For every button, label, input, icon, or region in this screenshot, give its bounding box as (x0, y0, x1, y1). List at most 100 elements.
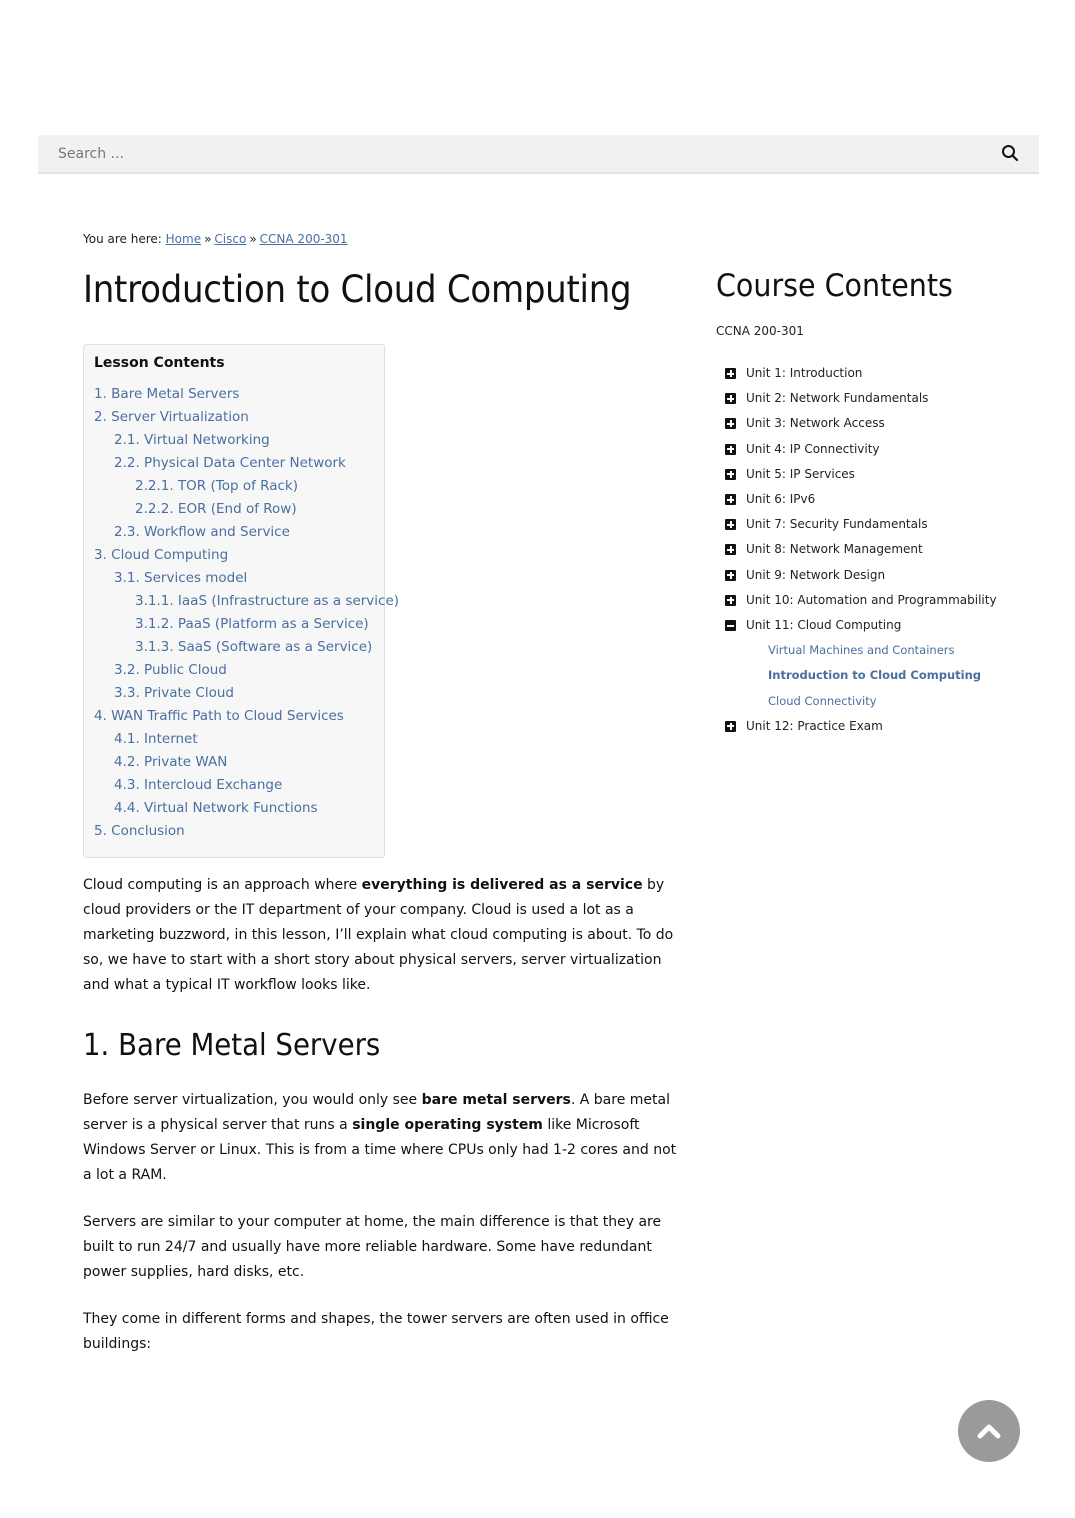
lesson-contents-item: 3.1. Services model (94, 567, 374, 590)
sidebar-unit: Unit 6: IPv6 (716, 487, 1046, 512)
lesson-contents-item: 4.2. Private WAN (94, 751, 374, 774)
lesson-contents-item: 4. WAN Traffic Path to Cloud Services (94, 705, 374, 728)
breadcrumb-separator: » (204, 232, 212, 246)
sidebar-unit: Unit 11: Cloud Computing Virtual Machines… (716, 613, 1046, 714)
breadcrumb-cisco[interactable]: Cisco (214, 232, 246, 246)
sidebar-unit: Unit 7: Security Fundamentals (716, 512, 1046, 537)
sidebar-unit-label[interactable]: Unit 8: Network Management (746, 542, 923, 556)
sidebar-unit-label[interactable]: Unit 6: IPv6 (746, 492, 815, 506)
sidebar-unit: Unit 8: Network Management (716, 537, 1046, 562)
search-button[interactable] (1001, 144, 1021, 164)
sidebar-unit-label[interactable]: Unit 9: Network Design (746, 568, 885, 582)
lesson-contents-item: 4.4. Virtual Network Functions (94, 797, 374, 820)
lesson-contents-link[interactable]: 3.1. Services model (114, 570, 247, 586)
lesson-contents-link[interactable]: 3.2. Public Cloud (114, 662, 227, 678)
intro-paragraph: Cloud computing is an approach where eve… (83, 873, 683, 998)
sidebar-title: Course Contents (716, 268, 953, 304)
search-input[interactable] (38, 135, 978, 172)
lesson-contents-link[interactable]: 4.3. Intercloud Exchange (114, 777, 282, 793)
sidebar-unit: Unit 5: IP Services (716, 462, 1046, 487)
sidebar-lesson-link[interactable]: Cloud Connectivity (768, 694, 877, 708)
expand-icon[interactable] (725, 368, 736, 379)
breadcrumb-prefix: You are here: (83, 232, 162, 246)
sidebar-unit: Unit 2: Network Fundamentals (716, 386, 1046, 411)
sidebar-lesson-item: Virtual Machines and Containers (768, 638, 1046, 663)
text: Cloud computing is an approach where (83, 877, 362, 893)
expand-icon[interactable] (725, 519, 736, 531)
course-contents-sidebar: Course Contents CCNA 200-301 Unit 1: Int… (716, 268, 1046, 739)
lesson-contents-link[interactable]: 5. Conclusion (94, 823, 185, 839)
sidebar-lesson-link-current[interactable]: Introduction to Cloud Computing (768, 668, 981, 682)
sidebar-unit: Unit 10: Automation and Programmability (716, 588, 1046, 613)
lesson-contents-link[interactable]: 2. Server Virtualization (94, 409, 249, 425)
lesson-contents-item: 1. Bare Metal Servers (94, 383, 374, 406)
expand-icon[interactable] (725, 418, 736, 430)
lesson-contents-item: 5. Conclusion (94, 820, 374, 843)
lesson-contents-item: 2.2. Physical Data Center Network (94, 452, 374, 475)
expand-icon[interactable] (725, 468, 736, 480)
section-heading-bare-metal: 1. Bare Metal Servers (83, 1028, 381, 1063)
article-content: Cloud computing is an approach where eve… (83, 873, 683, 1379)
lesson-contents-link[interactable]: 3.1.2. PaaS (Platform as a Service) (135, 616, 369, 632)
sidebar-lesson-list: Virtual Machines and Containers Introduct… (746, 638, 1046, 714)
lesson-contents-link[interactable]: 3.1.3. SaaS (Software as a Service) (135, 639, 372, 655)
lesson-contents-link[interactable]: 2.1. Virtual Networking (114, 432, 270, 448)
lesson-contents-item: 2.3. Workflow and Service (94, 521, 374, 544)
lesson-contents-list: 1. Bare Metal Servers 2. Server Virtualiz… (94, 383, 399, 843)
lesson-contents-link[interactable]: 2.2. Physical Data Center Network (114, 455, 346, 471)
lesson-contents-title: Lesson Contents (94, 355, 225, 371)
expand-icon[interactable] (725, 720, 736, 732)
lesson-contents-link[interactable]: 4.2. Private WAN (114, 754, 227, 770)
lesson-contents-item: 3. Cloud Computing (94, 544, 374, 567)
page-title: Introduction to Cloud Computing (83, 268, 632, 311)
expand-icon[interactable] (725, 544, 736, 556)
sidebar-unit-label[interactable]: Unit 10: Automation and Programmability (746, 593, 997, 607)
expand-icon[interactable] (725, 443, 736, 455)
sidebar-lesson-item: Cloud Connectivity (768, 689, 1046, 714)
sidebar-unit-label[interactable]: Unit 1: Introduction (746, 366, 862, 380)
lesson-contents-link[interactable]: 1. Bare Metal Servers (94, 386, 239, 402)
text: Before server virtualization, you would … (83, 1092, 422, 1108)
lesson-contents-item: 3.1.2. PaaS (Platform as a Service) (94, 613, 374, 636)
expand-icon[interactable] (725, 569, 736, 581)
lesson-contents-item: 4.1. Internet (94, 728, 374, 751)
sidebar-unit-label[interactable]: Unit 12: Practice Exam (746, 719, 883, 733)
lesson-contents-item: 2.2.1. TOR (Top of Rack) (94, 475, 374, 498)
sidebar-lesson-link[interactable]: Virtual Machines and Containers (768, 643, 955, 657)
sidebar-unit-label[interactable]: Unit 3: Network Access (746, 416, 885, 430)
breadcrumb-home[interactable]: Home (166, 232, 201, 246)
expand-icon[interactable] (725, 594, 736, 606)
lesson-contents-item: 3.2. Public Cloud (94, 659, 374, 682)
lesson-contents-link[interactable]: 3. Cloud Computing (94, 547, 228, 563)
lesson-contents-link[interactable]: 2.2.2. EOR (End of Row) (135, 501, 297, 517)
sidebar-lesson-item: Introduction to Cloud Computing (768, 663, 1046, 688)
sidebar-unit-label[interactable]: Unit 5: IP Services (746, 467, 855, 481)
lesson-contents-link[interactable]: 3.1.1. IaaS (Infrastructure as a service… (135, 593, 399, 609)
sidebar-unit-label[interactable]: Unit 4: IP Connectivity (746, 442, 880, 456)
collapse-icon[interactable] (725, 620, 736, 632)
sidebar-unit: Unit 4: IP Connectivity (716, 437, 1046, 462)
lesson-contents-link[interactable]: 2.3. Workflow and Service (114, 524, 290, 540)
lesson-contents-link[interactable]: 3.3. Private Cloud (114, 685, 234, 701)
sidebar-unit-label[interactable]: Unit 2: Network Fundamentals (746, 391, 928, 405)
sidebar-unit-label[interactable]: Unit 11: Cloud Computing (746, 618, 901, 632)
back-to-top-button[interactable] (958, 1400, 1020, 1462)
lesson-contents-link[interactable]: 4. WAN Traffic Path to Cloud Services (94, 708, 344, 724)
lesson-contents-link[interactable]: 2.2.1. TOR (Top of Rack) (135, 478, 298, 494)
course-name: CCNA 200-301 (716, 324, 804, 338)
search-bar (38, 135, 1039, 174)
lesson-contents-link[interactable]: 4.4. Virtual Network Functions (114, 800, 318, 816)
sidebar-unit-label[interactable]: Unit 7: Security Fundamentals (746, 517, 928, 531)
sidebar-unit: Unit 12: Practice Exam (716, 714, 1046, 739)
chevron-up-icon (977, 1424, 1001, 1439)
paragraph: Servers are similar to your computer at … (83, 1214, 662, 1280)
lesson-contents-item: 3.1.3. SaaS (Software as a Service) (94, 636, 374, 659)
expand-icon[interactable] (725, 393, 736, 405)
expand-icon[interactable] (725, 494, 736, 506)
breadcrumb: You are here: Home» Cisco» CCNA 200-301 (83, 232, 348, 246)
lesson-contents-link[interactable]: 4.1. Internet (114, 731, 198, 747)
bold-text: everything is delivered as a service (361, 877, 643, 893)
search-icon (1002, 145, 1019, 162)
lesson-contents-item: 4.3. Intercloud Exchange (94, 774, 374, 797)
breadcrumb-ccna[interactable]: CCNA 200-301 (260, 232, 348, 246)
